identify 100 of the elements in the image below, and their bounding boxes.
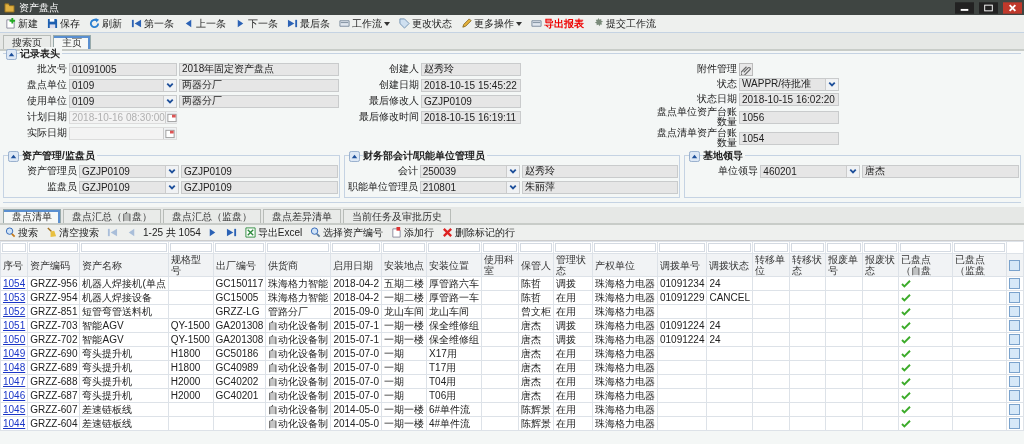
filter-field[interactable] [790,243,825,252]
attachment-button[interactable] [739,62,753,76]
tab[interactable]: 搜索页 [3,35,51,49]
filter-field[interactable] [900,243,952,252]
input-field[interactable]: 1054 [739,131,839,145]
chevron-down-icon[interactable] [163,79,176,91]
input-field[interactable]: GZJP0109 [421,94,521,108]
checkbox[interactable] [1009,376,1020,387]
toolbar-button[interactable]: 保存 [44,16,83,31]
checkbox[interactable] [1009,278,1020,289]
checkbox[interactable] [1009,292,1020,303]
checkbox[interactable] [1009,259,1020,271]
chevron-down-icon[interactable] [165,181,178,193]
toolbar-button[interactable]: 提交工作流 [590,16,659,31]
toolbar-button[interactable]: 更多操作 [458,16,525,31]
filter-field[interactable] [554,243,591,252]
input-field[interactable]: WAPPR/待批准 [739,77,839,91]
tab[interactable]: 盘点汇总（监盘） [163,209,261,223]
description-field: 朱丽萍 [521,180,679,194]
table-cell: GC150117 [215,277,264,289]
filter-field[interactable] [267,243,330,252]
filter-field[interactable] [754,243,788,252]
table-cell: 珠海格力电器 [594,333,655,345]
input-field[interactable]: 1056 [739,110,839,124]
filter-field[interactable] [81,243,167,252]
toolbar-button[interactable]: 清空搜索 [44,225,101,240]
restore-icon[interactable] [979,1,998,14]
filter-field[interactable] [214,243,265,252]
chevron-down-icon[interactable] [163,95,176,107]
input-field[interactable]: 赵秀玲 [421,62,521,76]
table-cell: 01091224 [659,319,705,331]
input-field[interactable]: 01091005 [69,62,177,76]
checkbox[interactable] [1009,320,1020,331]
filter-field[interactable] [708,243,752,252]
toolbar-button[interactable]: 删除标记的行 [440,225,518,240]
toolbar-button[interactable]: 第一条 [128,16,177,31]
toolbar-button[interactable]: 刷新 [86,16,125,31]
input-field[interactable]: GZJP0109 [79,180,179,194]
input-field[interactable]: 0109 [69,78,177,92]
input-field[interactable]: 2018-10-15 16:19:11 [421,110,521,124]
input-field[interactable]: 460201 [760,164,861,178]
toolbar-button[interactable]: 添加行 [389,225,437,240]
table-cell: 弯头提升机 [82,347,133,359]
input-field[interactable]: 210801 [419,180,520,194]
toolbar-button[interactable]: 导出Excel [242,225,305,240]
input-field[interactable]: 2018-10-15 15:45:22 [421,78,521,92]
collapse-icon[interactable] [6,48,17,60]
table-cell: 一期一楼 [384,333,424,345]
checkbox[interactable] [1009,390,1020,401]
filter-field[interactable] [29,243,79,252]
filter-field[interactable] [827,243,861,252]
filter-field[interactable] [169,243,212,252]
chevron-down-icon[interactable] [505,181,519,193]
collapse-icon[interactable] [689,150,701,162]
toolbar-button[interactable]: 最后条 [284,16,333,31]
tab[interactable]: 盘点差异清单 [263,209,341,223]
filter-field[interactable] [483,243,517,252]
filter-field[interactable] [593,243,656,252]
chevron-down-icon[interactable] [825,78,838,90]
table-cell: GA201308 [215,319,264,331]
chevron-down-icon[interactable] [165,165,178,177]
filter-field[interactable] [863,243,898,252]
toolbar-button[interactable]: 工作流 [336,16,393,31]
filter-field[interactable] [332,243,380,252]
table-cell: 一期 [384,375,404,387]
toolbar-button[interactable]: 选择资产编号 [308,225,386,240]
checkbox[interactable] [1009,362,1020,373]
chevron-down-icon[interactable] [505,165,519,177]
toolbar-button[interactable]: 上一条 [180,16,229,31]
checkbox[interactable] [1009,418,1020,429]
input-field[interactable]: 2018-10-15 16:02:20 [739,92,839,106]
checkbox[interactable] [1009,334,1020,345]
tab[interactable]: 盘点汇总（自盘） [63,209,161,223]
collapse-icon[interactable] [348,150,360,162]
toolbar-button[interactable]: 搜索 [3,225,40,240]
tab[interactable]: 当前任务及审批历史 [343,209,451,223]
tab[interactable]: 盘点清单 [3,209,61,223]
filter-field[interactable] [519,243,552,252]
column-header[interactable]: 序号 [0,253,28,277]
input-field[interactable]: GZJP0109 [79,164,179,178]
tab[interactable]: 主页 [53,35,91,49]
table-cell: T06用 [429,389,457,401]
toolbar-button[interactable]: 导出报表 [528,16,587,31]
filter-field[interactable] [428,243,480,252]
toolbar-button[interactable]: 新建 [2,16,41,31]
toolbar-button[interactable]: 下一条 [232,16,281,31]
checkbox[interactable] [1009,404,1020,415]
filter-field[interactable] [2,243,27,252]
close-icon[interactable] [1003,1,1022,14]
toolbar-button[interactable]: 更改状态 [396,16,455,31]
collapse-icon[interactable] [8,150,19,162]
input-field[interactable]: 0109 [69,94,177,108]
checkbox[interactable] [1009,348,1020,359]
filter-field[interactable] [658,243,706,252]
input-field[interactable]: 250039 [419,164,520,178]
filter-field[interactable] [383,243,425,252]
filter-field[interactable] [954,243,1005,252]
checkbox[interactable] [1009,306,1020,317]
chevron-down-icon[interactable] [846,165,860,177]
minimize-icon[interactable] [955,1,974,14]
